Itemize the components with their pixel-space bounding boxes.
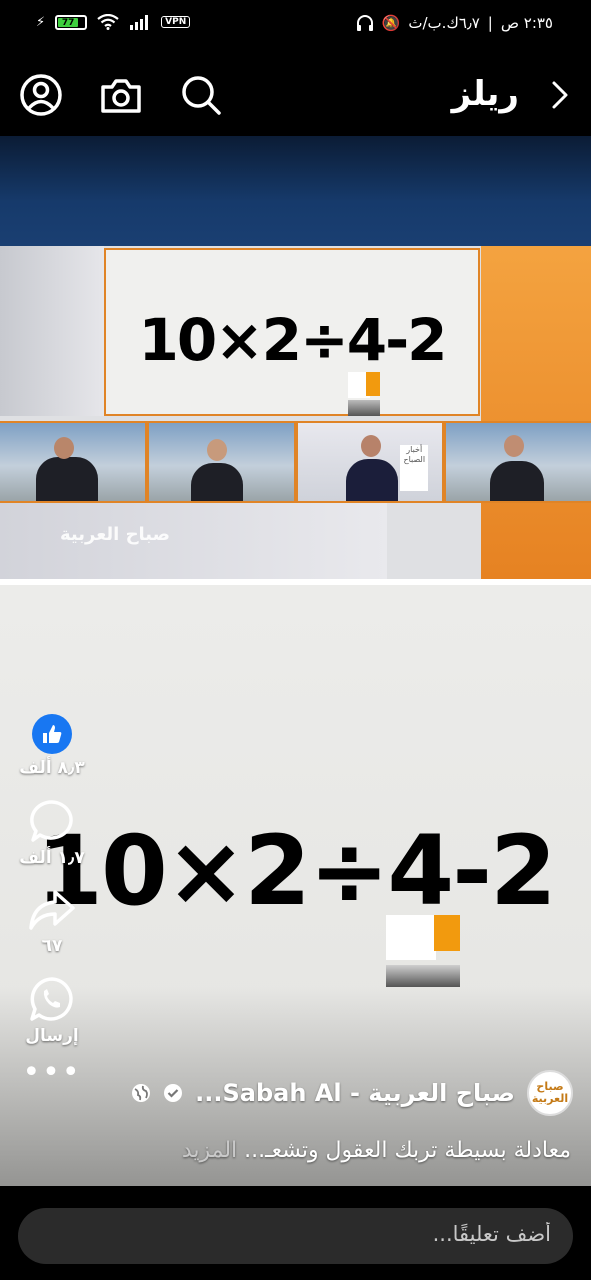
search-button[interactable]: [178, 72, 224, 118]
share-icon: [29, 890, 75, 930]
channel-mark-small: [348, 372, 380, 416]
status-left: ⚡ 77 VPN: [36, 14, 191, 30]
caption-text: معادلة بسيطة تربك العقول وتشعـ...: [244, 1138, 571, 1163]
charging-icon: ⚡: [36, 14, 46, 30]
more-options-button[interactable]: •••: [14, 1055, 90, 1090]
camera-button[interactable]: [98, 72, 144, 118]
battery-icon: 77: [55, 14, 88, 30]
share-action[interactable]: ٦٧: [14, 888, 90, 956]
headphones-icon: [356, 15, 373, 31]
studio-equation-board: 10×2÷4-2: [104, 248, 480, 416]
profile-button[interactable]: [18, 72, 64, 118]
presenters-strip: أخبار الصباح: [0, 421, 591, 503]
studio-floor: [0, 503, 387, 579]
status-bar: ⚡ 77 VPN ٢:٣٥ ص | ٦٫٧ك.ب/ث 🔕: [0, 0, 591, 52]
channel-mark-large: [386, 915, 460, 987]
chevron-right-icon: [552, 81, 568, 109]
battery-level: 77: [58, 17, 79, 28]
mute-icon: 🔕: [381, 14, 401, 32]
whatsapp-icon: [30, 977, 73, 1021]
studio-equation: 10×2÷4-2: [138, 306, 447, 374]
comments-count: ١٫٧ ألف: [19, 848, 85, 868]
top-bar: ريلز: [0, 52, 591, 136]
vpn-badge: VPN: [161, 16, 191, 28]
likes-count: ٨٫٣ ألف: [19, 758, 85, 778]
status-time: ٢:٣٥ ص: [500, 14, 553, 32]
more-icon: •••: [22, 1055, 82, 1090]
presenter-panel: [148, 423, 294, 501]
camera-icon: [101, 79, 141, 113]
channel-avatar[interactable]: صباح العربية: [527, 1070, 573, 1116]
globe-icon: [132, 1084, 151, 1102]
profile-icon: [20, 74, 62, 116]
like-action[interactable]: ٨٫٣ ألف: [14, 714, 90, 778]
channel-name[interactable]: صباح العربية - Sabah Al...: [195, 1079, 515, 1107]
presenter-panel: [446, 423, 591, 501]
studio-left-panel: [0, 246, 104, 416]
verified-icon: [164, 1084, 183, 1102]
comment-action[interactable]: ١٫٧ ألف: [14, 798, 90, 868]
comment-icon: [30, 800, 73, 842]
studio-background: [0, 136, 591, 246]
action-column: ٨٫٣ ألف ١٫٧ ألف ٦٧ إرسال •••: [14, 714, 90, 1100]
comment-bar: [0, 1186, 591, 1280]
send-label: إرسال: [25, 1026, 79, 1046]
thumbs-up-icon: [43, 725, 62, 743]
top-icons: [18, 72, 224, 118]
channel-row[interactable]: صباح العربية صباح العربية - Sabah Al...: [131, 1070, 573, 1116]
status-right: ٢:٣٥ ص | ٦٫٧ك.ب/ث 🔕: [356, 14, 553, 32]
like-button[interactable]: [32, 714, 72, 754]
send-action[interactable]: إرسال: [14, 976, 90, 1046]
studio-right-panel: [481, 246, 591, 579]
page-title: ريلز: [451, 74, 519, 114]
see-more-link[interactable]: المزيد: [182, 1138, 237, 1163]
network-speed: ٦٫٧ك.ب/ث: [408, 14, 480, 32]
presenter-panel: أخبار الصباح: [297, 423, 443, 501]
presenter-panel: [0, 423, 145, 501]
shares-count: ٦٧: [41, 936, 63, 956]
screen-logo: أخبار الصباح: [400, 445, 429, 491]
video-caption[interactable]: معادلة بسيطة تربك العقول وتشعـ... المزيد: [182, 1138, 571, 1163]
search-icon: [182, 76, 221, 115]
comment-input[interactable]: [51, 1222, 551, 1246]
wifi-icon: [97, 14, 119, 30]
signal-icon: [130, 15, 149, 30]
comment-box[interactable]: [18, 1208, 573, 1264]
back-button[interactable]: [551, 80, 569, 114]
studio-channel-logo: صباح العربية: [60, 524, 171, 545]
studio-scene: 10×2÷4-2 أخبار الصباح صباح العربية: [0, 136, 591, 579]
